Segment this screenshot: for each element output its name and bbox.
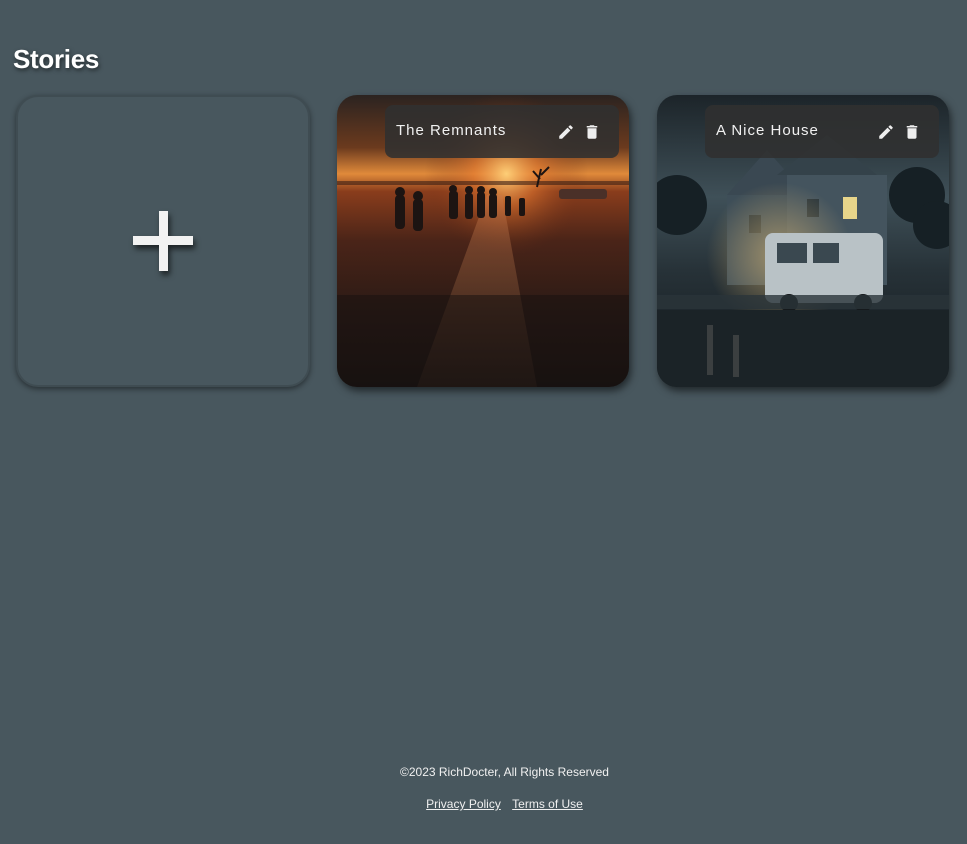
edit-icon[interactable] [557, 123, 575, 141]
add-story-card[interactable] [16, 95, 310, 387]
terms-of-use-link[interactable]: Terms of Use [512, 797, 583, 811]
plus-icon [133, 211, 193, 271]
stories-page: Stories The Remnants A Nice House ©2023 … [0, 0, 967, 844]
footer-links: Privacy Policy Terms of Use [42, 797, 967, 811]
edit-icon[interactable] [877, 123, 895, 141]
story-grid: The Remnants A Nice House [16, 95, 951, 391]
trash-icon[interactable] [583, 123, 601, 141]
footer: ©2023 RichDocter, All Rights Reserved Pr… [0, 765, 967, 811]
story-title: A Nice House [716, 122, 819, 139]
privacy-policy-link[interactable]: Privacy Policy [426, 797, 501, 811]
story-card-the-remnants[interactable]: The Remnants [337, 95, 629, 387]
story-title-bar: A Nice House [705, 105, 939, 158]
story-title: The Remnants [396, 122, 507, 139]
page-title: Stories [13, 44, 100, 74]
trash-icon[interactable] [903, 123, 921, 141]
story-card-a-nice-house[interactable]: A Nice House [657, 95, 949, 387]
copyright-text: ©2023 RichDocter, All Rights Reserved [400, 765, 609, 779]
story-title-bar: The Remnants [385, 105, 619, 158]
